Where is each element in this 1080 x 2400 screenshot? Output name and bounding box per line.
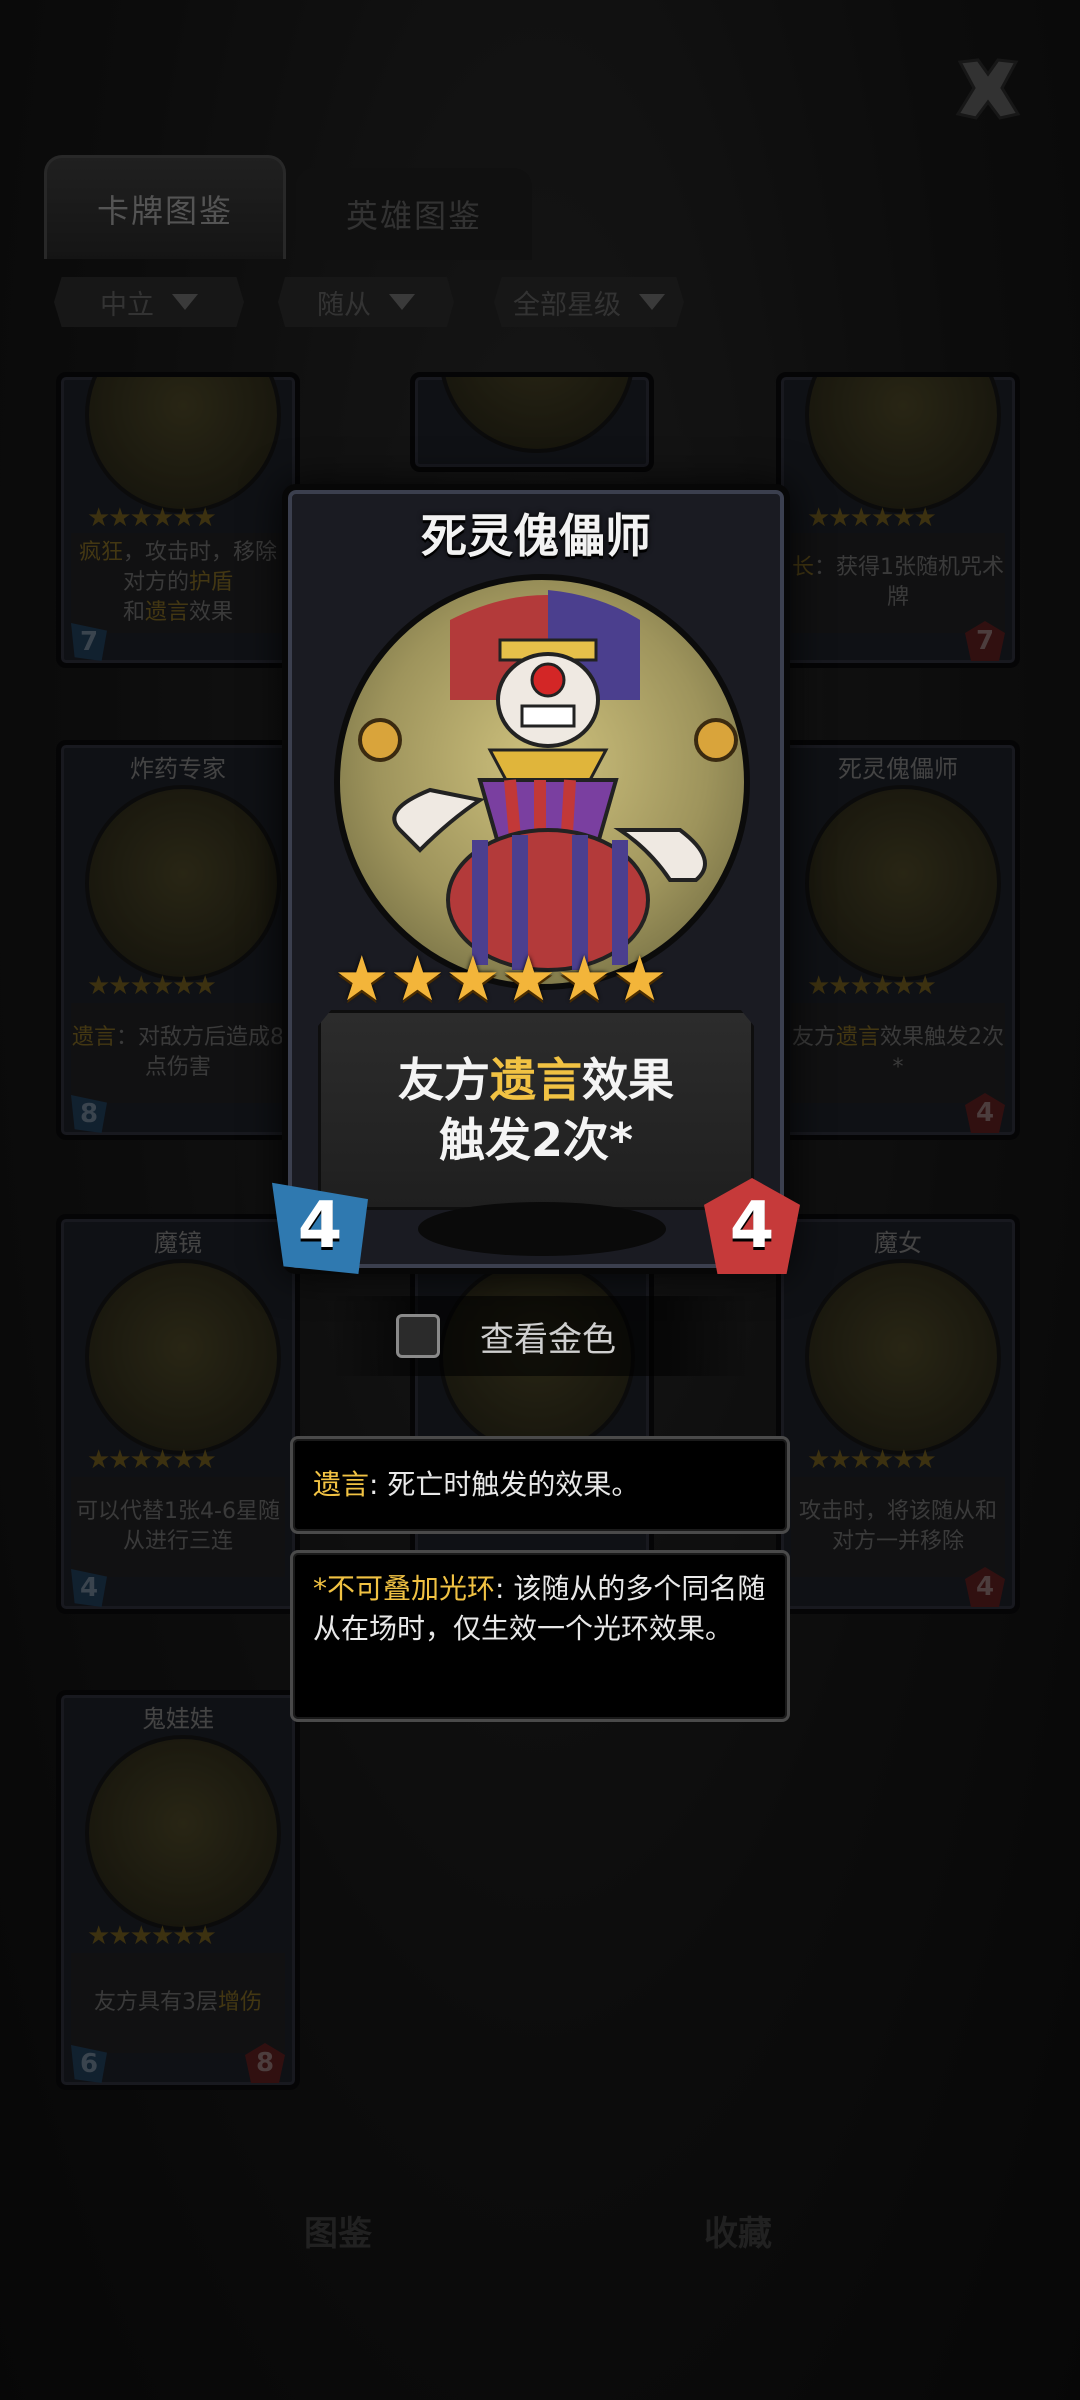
tooltip-deathrattle: 遗言: 死亡时触发的效果。 bbox=[290, 1436, 790, 1534]
puppeteer-illustration bbox=[358, 590, 738, 972]
card-detail: 死灵傀儡师 ★★★★★★ 友方遗言效果 触发2次* 4 4 bbox=[272, 484, 800, 1274]
tooltip-text: : 死亡时触发的效果。 bbox=[369, 1468, 640, 1501]
card-detail-stars: ★★★★★★ bbox=[334, 942, 668, 1015]
view-gold-checkbox[interactable] bbox=[396, 1314, 440, 1358]
deathrattle-keyword[interactable]: 遗言 bbox=[490, 1053, 582, 1107]
tooltip-keyword: 遗言 bbox=[313, 1468, 370, 1501]
card-detail-description: 友方遗言效果 触发2次* bbox=[318, 1010, 754, 1210]
tooltip-aura: *不可叠加光环: 该随从的多个同名随从在场时，仅生效一个光环效果。 bbox=[290, 1550, 790, 1722]
description-line-2: 触发2次* bbox=[438, 1113, 634, 1167]
card-base-shadow bbox=[418, 1202, 666, 1256]
tooltip-keyword: *不可叠加光环 bbox=[313, 1572, 496, 1605]
view-gold-toggle[interactable]: 查看金色 bbox=[330, 1296, 750, 1376]
view-gold-label: 查看金色 bbox=[480, 1319, 616, 1360]
card-detail-name: 死灵傀儡师 bbox=[421, 509, 651, 563]
card-portrait bbox=[334, 574, 750, 990]
description-line-1: 友方遗言效果 bbox=[398, 1053, 674, 1107]
